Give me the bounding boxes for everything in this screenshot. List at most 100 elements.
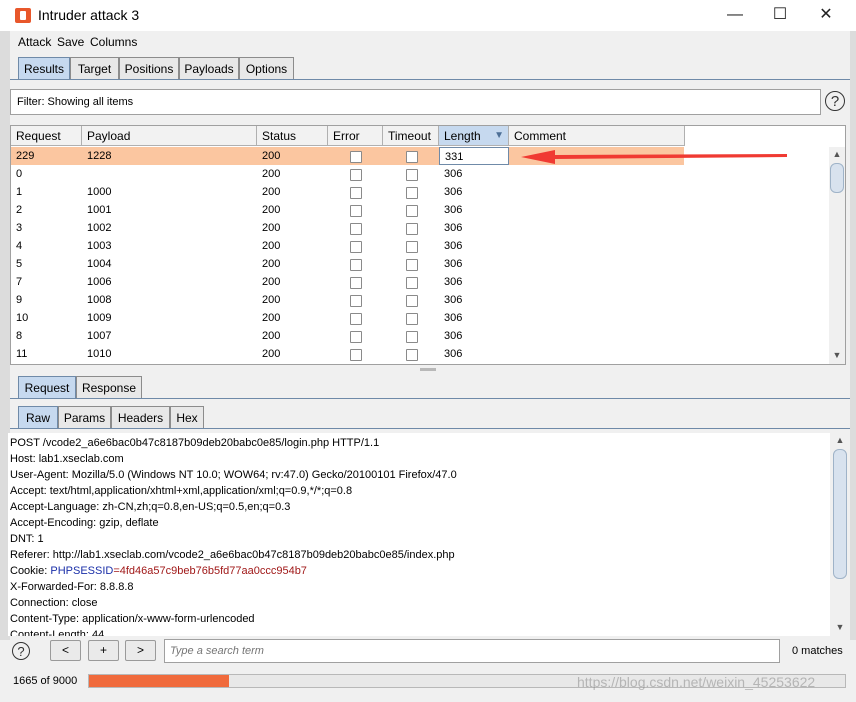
menu-save[interactable]: Save xyxy=(57,35,84,49)
request-line: Referer: http://lab1.xseclab.com/vcode2_… xyxy=(10,549,455,561)
filter-help-icon[interactable]: ? xyxy=(825,91,845,111)
column-header-timeout[interactable]: Timeout xyxy=(383,126,439,146)
menu-columns[interactable]: Columns xyxy=(90,35,137,49)
view-tab-underline xyxy=(10,428,850,429)
error-checkbox[interactable] xyxy=(350,151,362,163)
table-row[interactable]: 10 1009 200 306 xyxy=(11,309,684,327)
cell-length: 306 xyxy=(444,330,463,342)
timeout-checkbox[interactable] xyxy=(406,151,418,163)
timeout-checkbox[interactable] xyxy=(406,331,418,343)
tab-hex[interactable]: Hex xyxy=(170,406,204,429)
maximize-button[interactable]: ☐ xyxy=(757,0,803,31)
error-checkbox[interactable] xyxy=(350,205,362,217)
cell-status: 200 xyxy=(262,240,281,252)
error-checkbox[interactable] xyxy=(350,277,362,289)
tab-response[interactable]: Response xyxy=(76,376,142,399)
request-editor[interactable]: POST /vcode2_a6e6bac0b47c8187b09deb20bab… xyxy=(8,433,830,636)
table-row[interactable]: 8 1007 200 306 xyxy=(11,327,684,345)
view-tab-strip: Raw Params Headers Hex xyxy=(10,403,850,430)
table-row[interactable]: 7 1006 200 306 xyxy=(11,273,684,291)
table-row[interactable]: 9 1008 200 306 xyxy=(11,291,684,309)
search-add-button[interactable]: + xyxy=(88,640,119,661)
cell-payload: 1000 xyxy=(87,186,112,198)
tab-headers[interactable]: Headers xyxy=(111,406,170,429)
search-input[interactable] xyxy=(164,639,780,663)
table-row[interactable]: 4 1003 200 306 xyxy=(11,237,684,255)
table-body: 229 1228 200 331 0 200 306 1 1000 200 306 2 1001 200 3… xyxy=(11,147,831,364)
close-button[interactable]: ✕ xyxy=(803,0,849,31)
tab-options[interactable]: Options xyxy=(239,57,294,80)
scroll-up-icon[interactable]: ▲ xyxy=(829,149,845,159)
request-scroll-up-icon[interactable]: ▲ xyxy=(832,435,848,445)
timeout-checkbox[interactable] xyxy=(406,313,418,325)
tab-target[interactable]: Target xyxy=(70,57,119,80)
error-checkbox[interactable] xyxy=(350,349,362,361)
request-scrollbar[interactable]: ▲ ▼ xyxy=(832,433,848,636)
error-checkbox[interactable] xyxy=(350,259,362,271)
timeout-checkbox[interactable] xyxy=(406,349,418,361)
timeout-checkbox[interactable] xyxy=(406,241,418,253)
splitter-handle[interactable] xyxy=(420,368,436,371)
table-scrollbar[interactable]: ▲ ▼ xyxy=(829,147,845,364)
search-match-count: 0 matches xyxy=(792,645,843,657)
error-checkbox[interactable] xyxy=(350,313,362,325)
search-previous-button[interactable]: < xyxy=(50,640,81,661)
table-row[interactable]: 11 1010 200 306 xyxy=(11,345,684,363)
error-checkbox[interactable] xyxy=(350,169,362,181)
timeout-checkbox[interactable] xyxy=(406,205,418,217)
request-scroll-thumb[interactable] xyxy=(833,449,847,579)
filter-label: Filter: Showing all items xyxy=(17,96,134,108)
table-row[interactable]: 2 1001 200 306 xyxy=(11,201,684,219)
request-line: Accept-Encoding: gzip, deflate xyxy=(10,517,159,529)
tab-payloads[interactable]: Payloads xyxy=(179,57,239,80)
column-header-comment[interactable]: Comment xyxy=(509,126,685,146)
tab-request[interactable]: Request xyxy=(18,376,76,399)
tab-raw[interactable]: Raw xyxy=(18,406,58,429)
filter-bar[interactable]: Filter: Showing all items xyxy=(10,89,821,115)
cell-status: 200 xyxy=(262,204,281,216)
minimize-button[interactable]: — xyxy=(712,0,758,31)
request-line: POST /vcode2_a6e6bac0b47c8187b09deb20bab… xyxy=(10,437,380,449)
table-row[interactable]: 5 1004 200 306 xyxy=(11,255,684,273)
timeout-checkbox[interactable] xyxy=(406,223,418,235)
cell-request: 4 xyxy=(16,240,23,252)
cell-length: 306 xyxy=(444,294,463,306)
error-checkbox[interactable] xyxy=(350,223,362,235)
cell-payload: 1008 xyxy=(87,294,112,306)
cell-status: 200 xyxy=(262,348,281,360)
timeout-checkbox[interactable] xyxy=(406,187,418,199)
cell-payload: 1006 xyxy=(87,276,112,288)
error-checkbox[interactable] xyxy=(350,241,362,253)
timeout-checkbox[interactable] xyxy=(406,277,418,289)
column-header-payload[interactable]: Payload xyxy=(82,126,257,146)
request-line: Connection: close xyxy=(10,597,98,609)
request-scroll-down-icon[interactable]: ▼ xyxy=(832,622,848,632)
cell-request: 8 xyxy=(16,330,23,342)
error-checkbox[interactable] xyxy=(350,295,362,307)
scroll-down-icon[interactable]: ▼ xyxy=(829,350,845,360)
search-help-icon[interactable]: ? xyxy=(12,642,30,660)
timeout-checkbox[interactable] xyxy=(406,295,418,307)
table-row[interactable]: 1 1000 200 306 xyxy=(11,183,684,201)
column-header-error[interactable]: Error xyxy=(328,126,383,146)
error-checkbox[interactable] xyxy=(350,331,362,343)
menu-attack[interactable]: Attack xyxy=(18,35,51,49)
timeout-checkbox[interactable] xyxy=(406,259,418,271)
cell-length: 306 xyxy=(444,186,463,198)
cell-payload xyxy=(82,165,257,183)
column-header-length[interactable]: Length ▼ xyxy=(439,126,509,146)
table-row[interactable]: 0 200 306 xyxy=(11,165,684,183)
column-header-request[interactable]: Request xyxy=(11,126,82,146)
table-scroll-thumb[interactable] xyxy=(830,163,844,193)
timeout-checkbox[interactable] xyxy=(406,169,418,181)
cookie-value: =4fd46a57c9beb76b5fd77aa0ccc954b7 xyxy=(113,565,307,577)
search-next-button[interactable]: > xyxy=(125,640,156,661)
error-checkbox[interactable] xyxy=(350,187,362,199)
tab-results[interactable]: Results xyxy=(18,57,70,80)
tab-params[interactable]: Params xyxy=(58,406,111,429)
table-row[interactable]: 3 1002 200 306 xyxy=(11,219,684,237)
detail-tab-underline xyxy=(10,398,850,399)
tab-positions[interactable]: Positions xyxy=(119,57,179,80)
column-header-status[interactable]: Status xyxy=(257,126,328,146)
cell-request: 3 xyxy=(16,222,23,234)
